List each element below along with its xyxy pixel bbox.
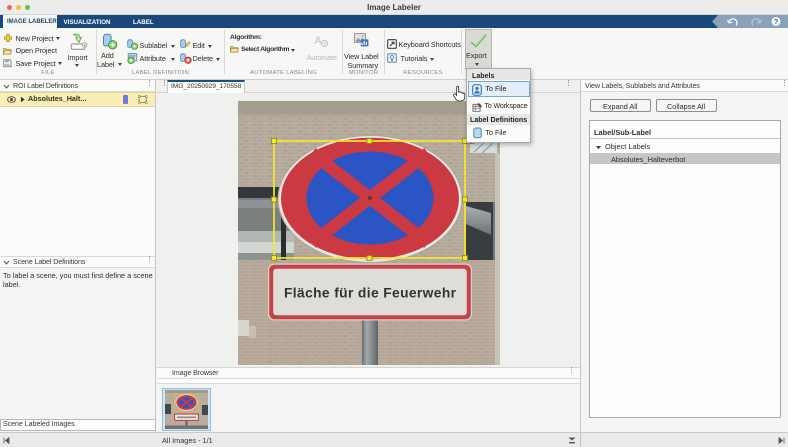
svg-text:Fläche für die Feuerwehr: Fläche für die Feuerwehr [284,286,457,301]
svg-text:A: A [314,35,322,47]
svg-text:?: ? [774,17,779,26]
